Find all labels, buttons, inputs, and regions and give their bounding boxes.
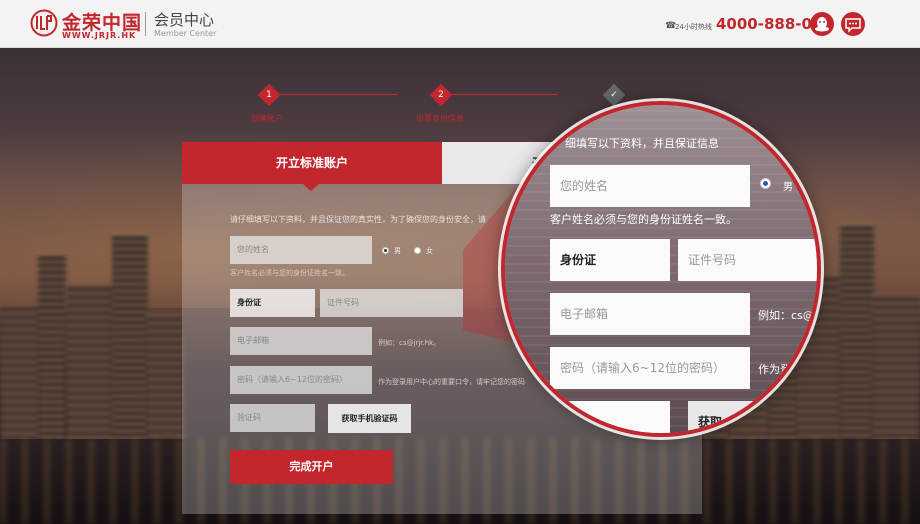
- zoom-password-input[interactable]: 密码（请输入6~12位的密码）: [550, 347, 750, 389]
- zoom-gender-male-label: 男: [783, 182, 793, 193]
- zoom-name-hint: 客户姓名必须与您的身份证姓名一致。: [550, 213, 737, 226]
- zoom-id-type-select[interactable]: 身份证: [550, 239, 670, 281]
- zoom-email-input[interactable]: 电子邮箱: [550, 293, 750, 335]
- zoom-verify-code-input[interactable]: 码: [550, 401, 670, 433]
- zoom-gender-male-radio[interactable]: [760, 178, 771, 189]
- magnifier-zoom: 细填写以下资料，并且保证信息 您的姓名 男 客户姓名必须与您的身份证姓名一致。 …: [501, 101, 821, 437]
- zoom-email-hint: 例如：cs@: [758, 309, 814, 322]
- zoom-name-input[interactable]: 您的姓名: [550, 165, 750, 207]
- zoom-intro: 细填写以下资料，并且保证信息: [565, 137, 719, 150]
- zoom-id-number-input[interactable]: 证件号码: [678, 239, 817, 281]
- zoom-get-code-button[interactable]: 获取: [688, 401, 817, 433]
- zoom-password-hint: 作为登: [758, 363, 791, 376]
